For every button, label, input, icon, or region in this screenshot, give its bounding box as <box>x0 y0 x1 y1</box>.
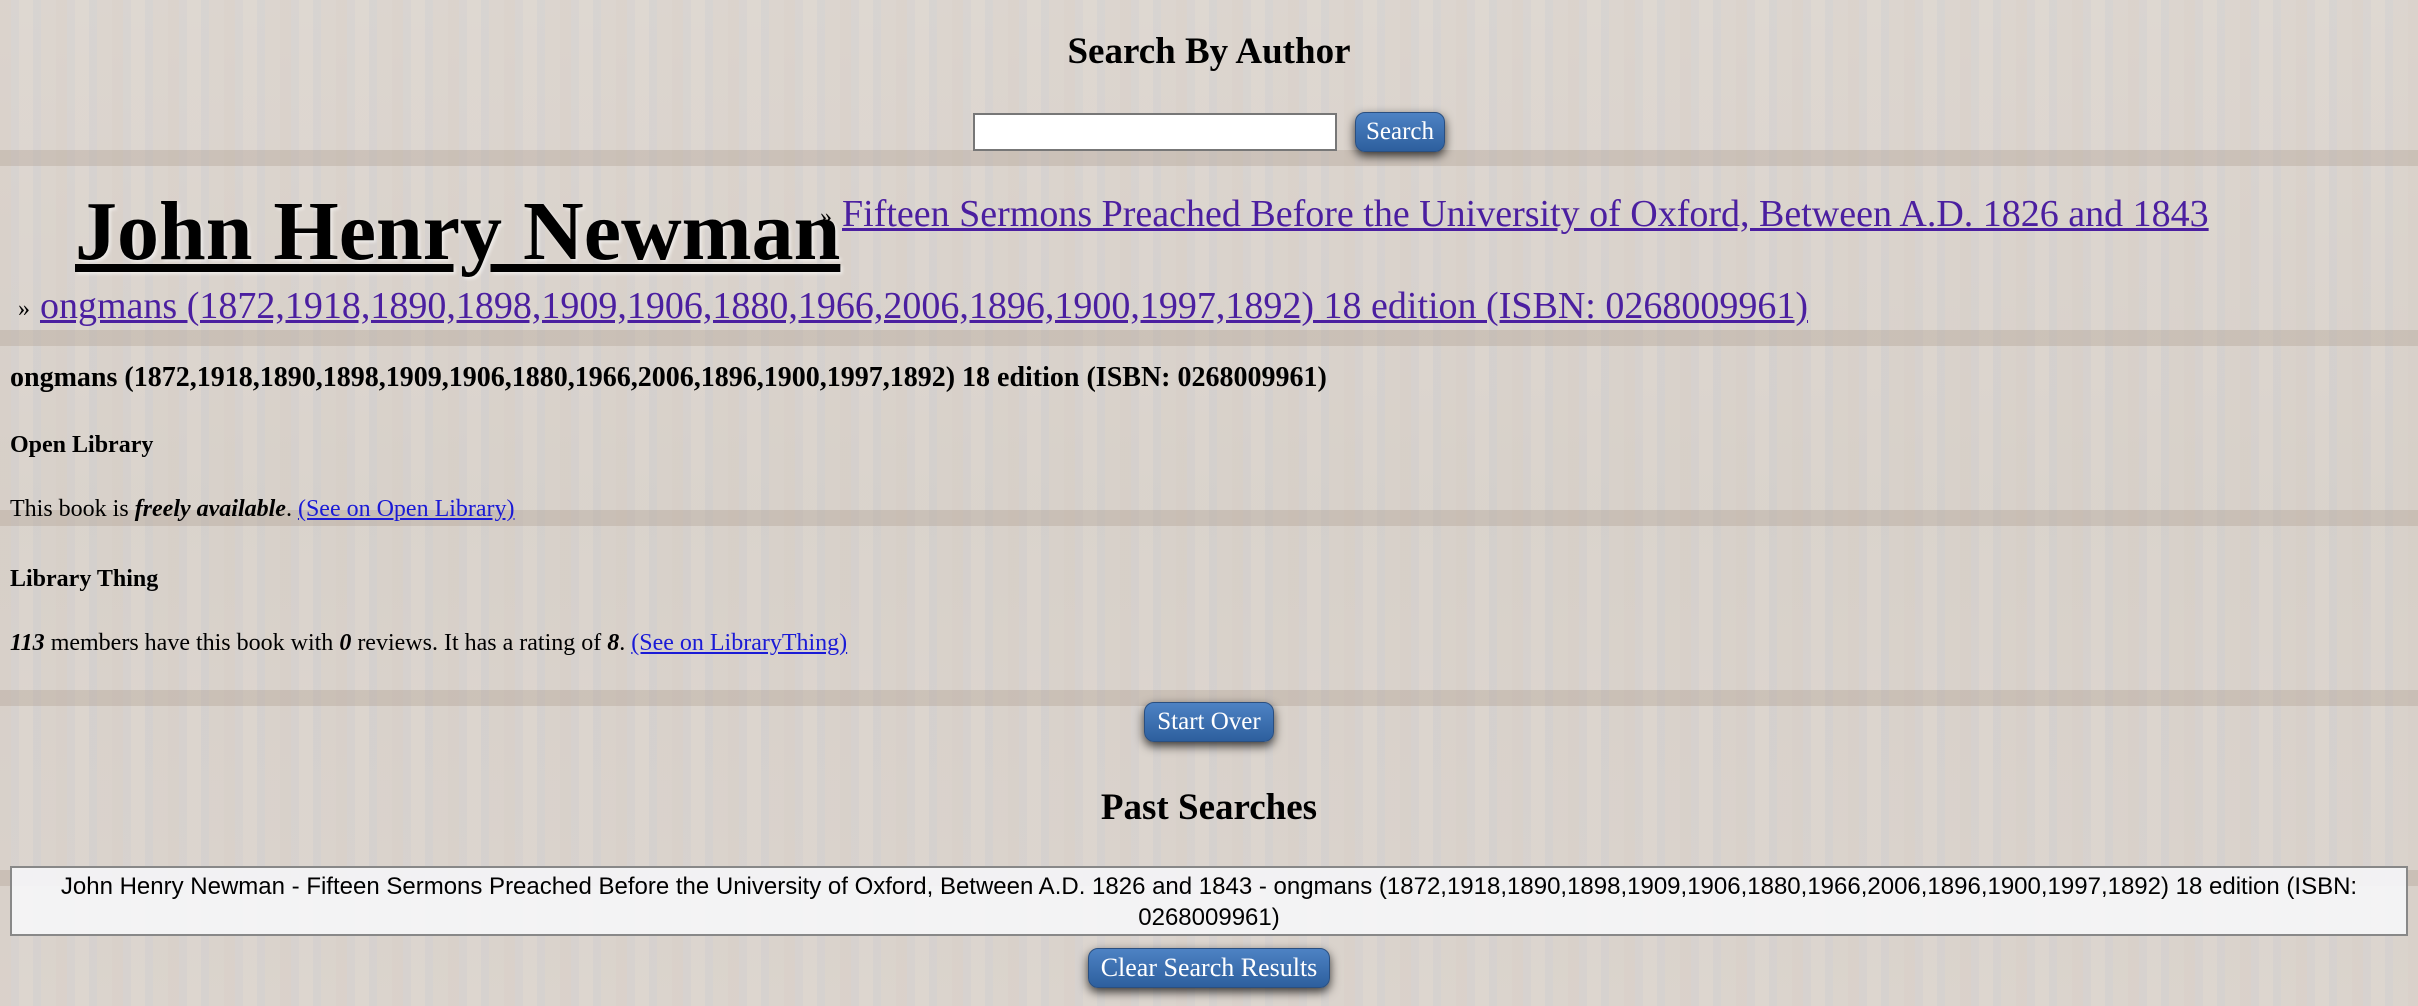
open-library-info: This book is freely available. (See on O… <box>10 496 515 523</box>
past-searches-title: Past Searches <box>1100 787 1318 828</box>
open-library-link[interactable]: (See on Open Library) <box>298 496 515 522</box>
start-over-button[interactable]: Start Over <box>1144 702 1274 742</box>
edition-heading: ongmans (1872,1918,1890,1898,1909,1906,1… <box>10 362 1327 393</box>
bullet-icon: » <box>820 203 832 230</box>
bullet-icon: » <box>18 295 30 322</box>
rating-text-end: . <box>619 630 632 656</box>
search-title: Search By Author <box>1067 31 1351 72</box>
library-thing-link[interactable]: (See on LibraryThing) <box>631 630 847 656</box>
members-text: members have this book with <box>44 630 340 656</box>
open-library-heading: Open Library <box>10 432 154 458</box>
reviews-text: reviews. It has a rating of <box>351 630 608 656</box>
members-count: 113 <box>10 630 45 656</box>
past-searches-list: John Henry Newman - Fifteen Sermons Prea… <box>10 866 2408 936</box>
author-name[interactable]: John Henry Newman <box>75 190 840 274</box>
book-result-item: » Fifteen Sermons Preached Before the Uni… <box>820 192 2209 236</box>
page-content: Search By Author Search John Henry Newma… <box>0 0 2418 1006</box>
author-search-input[interactable] <box>972 113 1337 151</box>
start-over-container: Start Over <box>0 702 2418 742</box>
edition-link[interactable]: ongmans (1872,1918,1890,1898,1909,1906,1… <box>40 285 1808 327</box>
rating-value: 8 <box>607 630 620 656</box>
open-library-text-prefix: This book is <box>10 496 135 522</box>
open-library-text-suffix: . <box>285 496 298 522</box>
reviews-count: 0 <box>339 630 352 656</box>
book-title-link[interactable]: Fifteen Sermons Preached Before the Univ… <box>842 193 2209 235</box>
search-form: Search <box>0 112 2418 152</box>
library-thing-heading: Library Thing <box>10 566 159 592</box>
search-button[interactable]: Search <box>1354 112 1446 152</box>
clear-results-container: Clear Search Results <box>0 948 2418 988</box>
clear-search-results-button[interactable]: Clear Search Results <box>1087 948 1331 988</box>
availability-status: freely available <box>134 496 286 522</box>
library-thing-info: 113 members have this book with 0 review… <box>10 630 847 657</box>
edition-result-item: » ongmans (1872,1918,1890,1898,1909,1906,… <box>18 284 1808 328</box>
past-search-entry[interactable]: John Henry Newman - Fifteen Sermons Prea… <box>32 871 2386 933</box>
